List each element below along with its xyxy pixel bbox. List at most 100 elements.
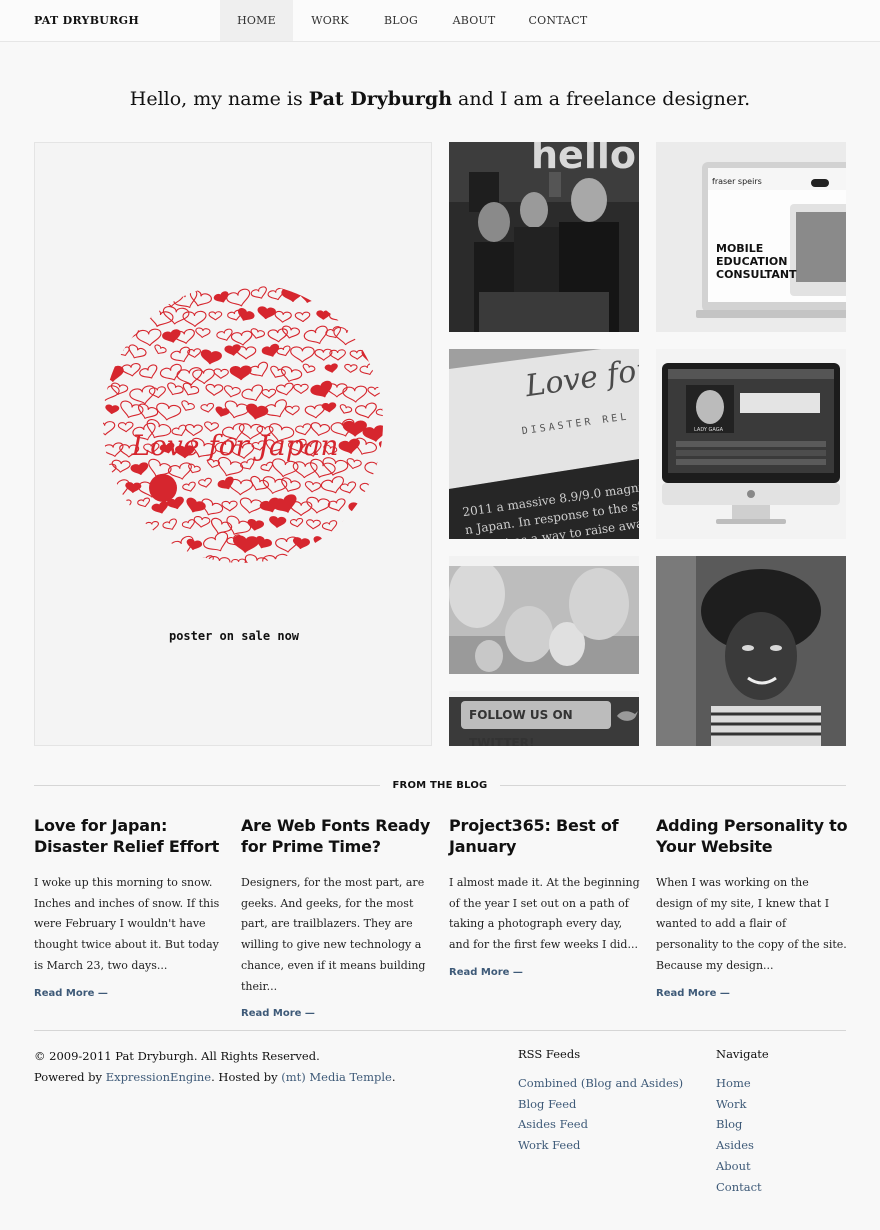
heart-shape xyxy=(189,289,212,307)
rss-feeds-column: RSS Feeds Combined (Blog and Asides) Blo… xyxy=(518,1046,683,1156)
heart-shape xyxy=(332,283,352,285)
nav-about[interactable]: ABOUT xyxy=(435,0,513,41)
poster-caption: poster on sale now xyxy=(168,629,300,643)
media-temple-link[interactable]: (mt) Media Temple xyxy=(281,1070,392,1084)
fraser-speirs-project[interactable]: fraser speirs MOBILE EDUCATION CONSULTAN… xyxy=(656,142,846,332)
heart-shape xyxy=(159,363,182,381)
nav-blog[interactable]: BLOG xyxy=(367,0,435,41)
portrait-photo-image xyxy=(656,556,846,746)
heart-shape xyxy=(195,327,211,339)
heart-shape xyxy=(128,344,147,359)
poster-title: Love for Japan xyxy=(131,429,339,462)
footer-nav-work[interactable]: Work xyxy=(716,1094,769,1115)
heart-shape xyxy=(121,363,141,377)
heart-shape xyxy=(98,273,112,283)
expressionengine-link[interactable]: ExpressionEngine xyxy=(106,1070,211,1084)
hello-band-photo[interactable]: hello xyxy=(449,142,639,332)
hosted-suffix: . xyxy=(391,1070,396,1084)
heart-shape xyxy=(250,286,267,299)
read-more-link[interactable]: Read More — xyxy=(656,988,848,999)
heart-shape xyxy=(105,404,120,415)
heart-shape xyxy=(372,516,383,530)
heart-shape xyxy=(286,556,301,563)
heart-shape xyxy=(137,403,159,420)
rss-combined-link[interactable]: Combined (Blog and Asides) xyxy=(518,1073,683,1094)
heart-shape xyxy=(103,329,125,347)
footer-nav-about[interactable]: About xyxy=(716,1156,769,1177)
hosted-prefix: . Hosted by xyxy=(211,1070,282,1084)
footer-nav-asides[interactable]: Asides xyxy=(716,1135,769,1156)
site-logo[interactable]: PAT DRYBURGH xyxy=(34,14,139,27)
heart-shape xyxy=(103,421,116,436)
post-title[interactable]: Adding Personality to Your Website xyxy=(656,816,848,856)
love-for-japan-poster[interactable]: Love for Japan poster on sale now xyxy=(34,142,432,746)
footer-nav-home[interactable]: Home xyxy=(716,1073,769,1094)
heart-shape xyxy=(375,406,383,417)
heart-shape xyxy=(170,346,191,363)
heart-shape xyxy=(320,476,344,494)
heart-shape xyxy=(128,283,151,289)
heart-shape xyxy=(274,310,292,323)
navigate-heading: Navigate xyxy=(716,1047,769,1061)
heart-shape xyxy=(333,326,361,346)
heart-shape xyxy=(144,521,159,531)
rss-asides-link[interactable]: Asides Feed xyxy=(518,1114,683,1135)
heart-shape xyxy=(137,287,159,304)
footer-copyright: © 2009-2011 Pat Dryburgh. All Rights Res… xyxy=(34,1046,396,1088)
heart-shape xyxy=(193,516,211,528)
heart-shape xyxy=(379,480,383,491)
heart-shape xyxy=(339,287,357,302)
read-more-link[interactable]: Read More — xyxy=(34,988,226,999)
portrait-photo[interactable] xyxy=(656,556,846,746)
post-title[interactable]: Love for Japan: Disaster Relief Effort xyxy=(34,816,219,856)
navigate-column: Navigate Home Work Blog Asides About Con… xyxy=(716,1046,769,1197)
heart-shape xyxy=(294,311,311,323)
fraser-line-2: EDUCATION xyxy=(716,255,787,268)
heart-shape xyxy=(110,283,136,286)
heart-shape xyxy=(213,368,229,379)
blog-post: Project365: Best of January I almost mad… xyxy=(449,815,641,978)
heart-shape xyxy=(272,494,297,514)
read-more-link[interactable]: Read More — xyxy=(449,967,641,978)
heart-shape xyxy=(324,363,338,373)
heart-shape xyxy=(377,556,383,563)
nav-contact[interactable]: CONTACT xyxy=(513,0,603,41)
intro-heading: Hello, my name is Pat Dryburgh and I am … xyxy=(0,88,880,110)
heart-shape xyxy=(182,481,196,492)
heart-shape xyxy=(314,348,333,361)
heart-shape xyxy=(156,402,182,421)
heart-shape xyxy=(242,270,257,281)
music-app-project[interactable]: LADY GAGA xyxy=(656,349,846,539)
heart-shape xyxy=(109,532,134,552)
heart-shape xyxy=(280,273,294,283)
heart-shape xyxy=(192,368,215,385)
read-more-link[interactable]: Read More — xyxy=(241,1008,433,1019)
heart-shape xyxy=(207,271,222,281)
heart-shape xyxy=(313,536,330,549)
footer-nav-blog[interactable]: Blog xyxy=(716,1114,769,1135)
heart-shape xyxy=(348,502,369,516)
heart-shape xyxy=(137,553,160,563)
kids-photo[interactable] xyxy=(449,556,639,674)
intro-name: Pat Dryburgh xyxy=(308,88,453,110)
nav-work[interactable]: WORK xyxy=(293,0,367,41)
post-title[interactable]: Are Web Fonts Ready for Prime Time? xyxy=(241,816,430,856)
rss-blog-link[interactable]: Blog Feed xyxy=(518,1094,683,1115)
love-for-japan-site[interactable]: Love for Japan DISASTER REL 2011 a massi… xyxy=(449,349,639,539)
heart-shape xyxy=(220,283,238,284)
nav-home[interactable]: HOME xyxy=(220,0,293,41)
site-header: PAT DRYBURGH HOME WORK BLOG ABOUT CONTAC… xyxy=(0,0,880,42)
heart-shape xyxy=(154,344,167,355)
powered-by-line: Powered by ExpressionEngine. Hosted by (… xyxy=(34,1067,396,1088)
rss-work-link[interactable]: Work Feed xyxy=(518,1135,683,1156)
footer-nav-contact[interactable]: Contact xyxy=(716,1177,769,1198)
heart-shape xyxy=(200,402,215,413)
post-title[interactable]: Project365: Best of January xyxy=(449,816,619,856)
follow-on-twitter[interactable]: FOLLOW US ON TWITTER! xyxy=(449,691,639,746)
heart-shape xyxy=(342,385,368,403)
heart-shape xyxy=(135,534,149,546)
heart-shape xyxy=(262,553,289,563)
heart-shape xyxy=(257,306,276,320)
heart-shape xyxy=(355,402,377,419)
fraser-brand: fraser speirs xyxy=(712,177,762,186)
